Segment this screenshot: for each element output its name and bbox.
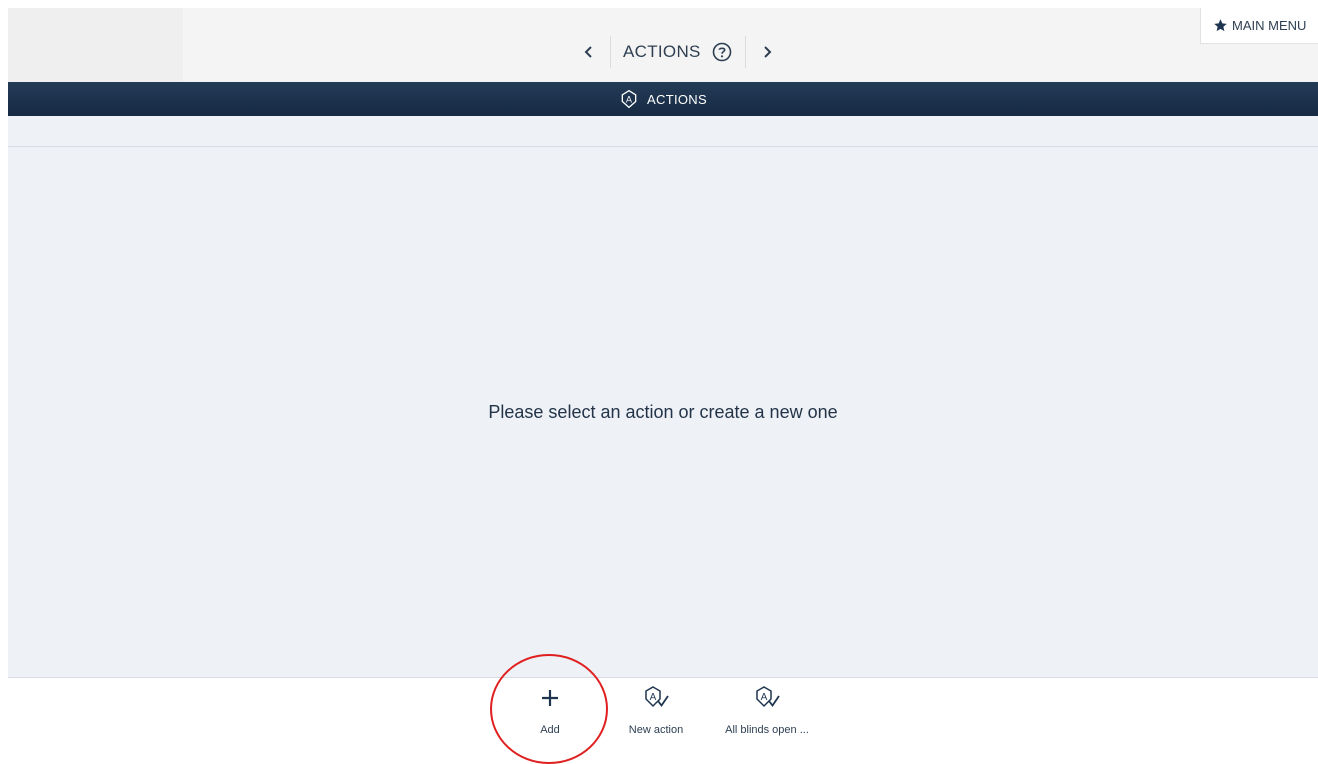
sub-header-bar	[8, 116, 1318, 147]
chevron-right-icon	[763, 46, 772, 58]
chevron-left-icon	[584, 46, 592, 58]
nav-divider	[744, 36, 746, 68]
add-button[interactable]: Add	[522, 678, 578, 746]
empty-state-message: Please select an action or create a new …	[488, 401, 838, 422]
next-button[interactable]	[752, 34, 782, 70]
new-action-label: New action	[628, 724, 684, 736]
section-title: ACTIONS	[647, 91, 707, 107]
page-title-text: ACTIONS	[623, 42, 701, 61]
bottom-toolbar: Add A New action A All blinds open ...	[8, 677, 1318, 746]
action-icon: A	[642, 683, 670, 713]
new-action-button[interactable]: A New action	[618, 678, 694, 746]
section-header: A ACTIONS	[8, 82, 1318, 116]
all-blinds-open-label: All blinds open ...	[725, 724, 809, 736]
header-navigation: ACTIONS	[574, 34, 782, 70]
all-blinds-open-button[interactable]: A All blinds open ...	[708, 678, 826, 746]
page-title: ACTIONS	[617, 41, 739, 63]
top-left-panel	[8, 8, 183, 82]
plus-icon	[540, 683, 560, 713]
main-menu-button[interactable]: MAIN MENU	[1200, 8, 1318, 44]
svg-text:A: A	[650, 692, 657, 703]
svg-text:A: A	[761, 692, 768, 703]
star-icon	[1214, 19, 1227, 32]
help-icon[interactable]	[711, 41, 733, 63]
main-menu-label: MAIN MENU	[1232, 18, 1307, 33]
content-area: Please select an action or create a new …	[8, 147, 1318, 677]
nav-divider	[610, 36, 611, 68]
previous-button[interactable]	[574, 34, 604, 70]
action-icon: A	[621, 89, 637, 109]
svg-text:A: A	[626, 94, 633, 104]
action-icon: A	[753, 683, 781, 713]
top-bar: ACTIONS MAIN MENU	[8, 8, 1318, 82]
add-button-label: Add	[540, 724, 560, 736]
